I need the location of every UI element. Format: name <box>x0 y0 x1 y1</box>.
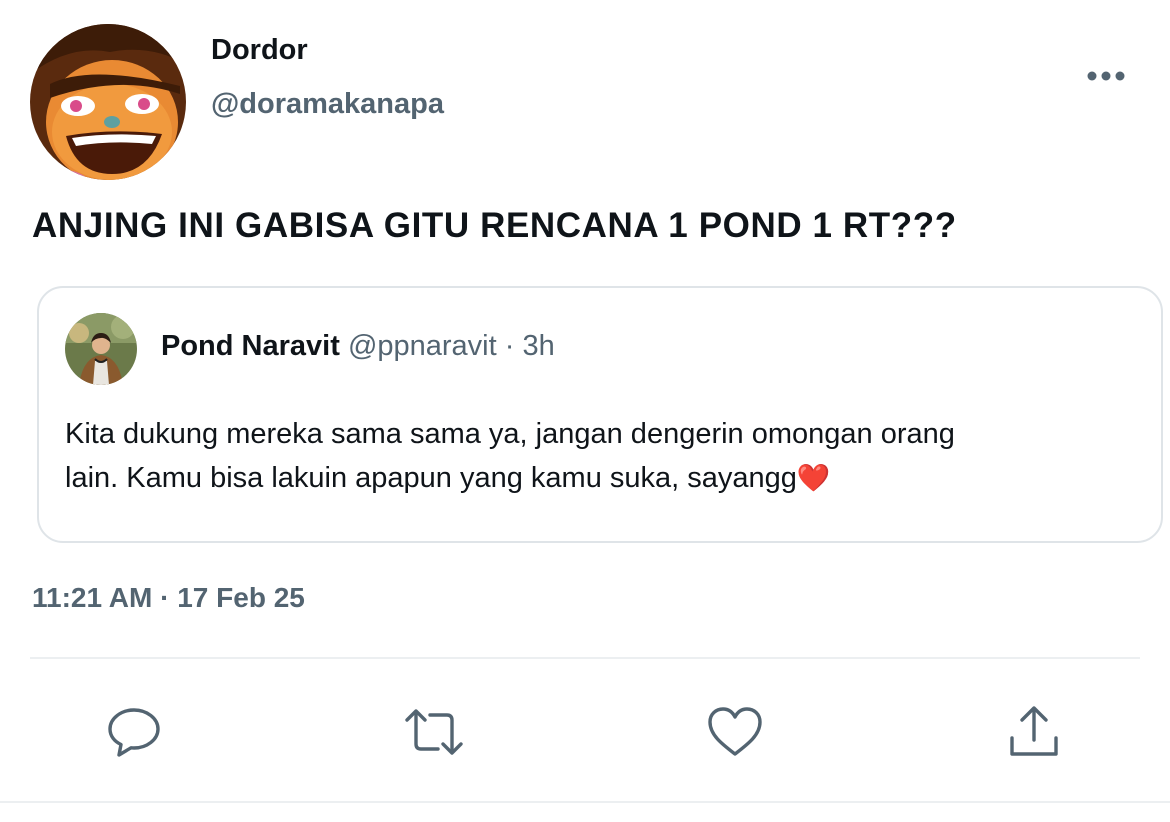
quoted-author-name[interactable]: Pond Naravit <box>161 330 340 362</box>
meta-separator: · <box>504 330 515 362</box>
quoted-tweet-text: Kita dukung mereka sama sama ya, jangan … <box>65 412 1065 500</box>
quoted-author-avatar[interactable] <box>65 313 137 385</box>
heart-icon <box>708 707 762 756</box>
quoted-tweet-card[interactable]: Pond Naravit @ppnaravit · 3h Kita dukung… <box>37 286 1163 543</box>
quoted-tweet-age[interactable]: 3h <box>522 330 554 362</box>
reply-icon <box>108 708 160 757</box>
quoted-author-handle[interactable]: @ppnaravit <box>348 330 497 362</box>
red-heart-emoji-icon: ❤️ <box>796 463 831 493</box>
author-avatar[interactable] <box>30 24 186 180</box>
author-handle[interactable]: @doramakanapa <box>211 88 444 121</box>
quoted-tweet-meta: Pond Naravit @ppnaravit · 3h <box>161 330 555 363</box>
author-display-name[interactable]: Dordor <box>211 34 308 67</box>
quoted-text-line-1: Kita dukung mereka sama sama ya, jangan … <box>65 418 955 450</box>
share-button[interactable] <box>1002 700 1066 764</box>
tweet-text: ANJING INI GABISA GITU RENCANA 1 POND 1 … <box>32 206 957 245</box>
tweet-timestamp[interactable]: 11:21 AM · 17 Feb 25 <box>32 582 305 614</box>
quoted-text-line-2-text: lain. Kamu bisa lakuin apapun yang kamu … <box>65 462 797 494</box>
tweet-detail: Dordor @doramakanapa ANJING INI GABISA G… <box>0 0 1170 822</box>
more-dots-icon <box>1087 71 1125 81</box>
share-icon <box>1010 706 1058 756</box>
more-options-button[interactable] <box>1080 56 1132 96</box>
person-photo-avatar-icon <box>65 313 137 385</box>
like-button[interactable] <box>703 700 767 764</box>
reply-button[interactable] <box>102 700 166 764</box>
retweet-button[interactable] <box>402 700 466 764</box>
divider <box>30 657 1140 659</box>
retweet-icon <box>405 709 463 755</box>
quoted-text-line-2: lain. Kamu bisa lakuin apapun yang kamu … <box>65 456 1065 500</box>
cartoon-face-avatar-icon <box>30 24 186 180</box>
divider <box>0 801 1170 803</box>
